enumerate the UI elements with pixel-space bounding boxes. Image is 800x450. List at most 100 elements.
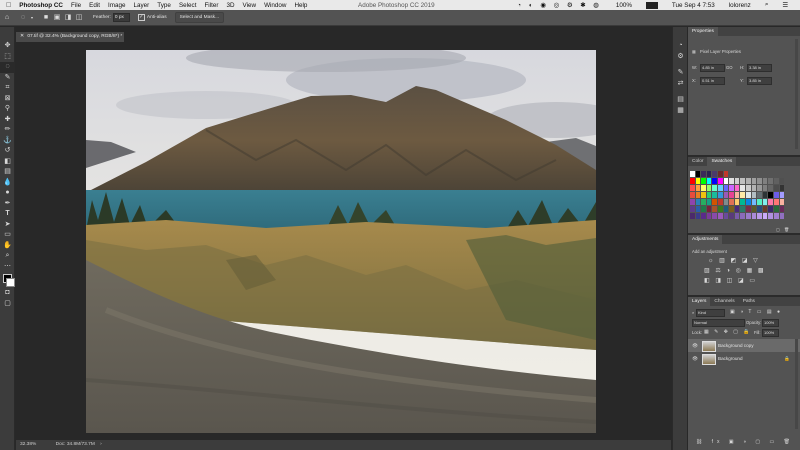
layers-scrollbar[interactable] bbox=[795, 339, 798, 429]
swatch[interactable] bbox=[779, 213, 785, 219]
layer-row-background-copy[interactable]: 👁 Background copy bbox=[688, 339, 800, 352]
swatch[interactable] bbox=[690, 185, 695, 191]
swatch[interactable] bbox=[712, 192, 717, 198]
swatch[interactable] bbox=[774, 178, 779, 184]
swatch[interactable] bbox=[746, 185, 751, 191]
swatch[interactable] bbox=[757, 206, 762, 212]
layer-name[interactable]: Background bbox=[718, 352, 743, 365]
tab-properties[interactable]: Properties bbox=[688, 27, 718, 36]
brush-tool-icon[interactable]: ✏ bbox=[0, 125, 15, 136]
type-tool-icon[interactable]: T bbox=[0, 209, 15, 220]
clock[interactable]: Tue Sep 4 7:53 bbox=[672, 2, 715, 9]
swatch[interactable] bbox=[746, 206, 751, 212]
swatch[interactable] bbox=[718, 199, 723, 205]
swatch[interactable] bbox=[746, 192, 751, 198]
go-label[interactable]: GO bbox=[726, 65, 733, 70]
eyedropper-tool-icon[interactable]: ⚲ bbox=[0, 104, 15, 115]
swatch[interactable] bbox=[695, 199, 701, 205]
swatch[interactable] bbox=[712, 178, 717, 184]
swatch[interactable] bbox=[746, 178, 751, 184]
swatch[interactable] bbox=[734, 213, 740, 219]
quick-select-tool-icon[interactable]: ✎ bbox=[0, 73, 15, 84]
swatch[interactable] bbox=[740, 213, 745, 219]
swatch[interactable] bbox=[690, 171, 695, 177]
home-icon[interactable]: ⌂ bbox=[3, 14, 11, 22]
properties-scrollbar[interactable] bbox=[795, 39, 798, 149]
swatch[interactable] bbox=[723, 185, 729, 191]
select-and-mask-button[interactable]: Select and Mask... bbox=[174, 12, 225, 23]
swatch[interactable] bbox=[690, 178, 695, 184]
tab-swatches[interactable]: Swatches bbox=[707, 157, 737, 166]
x-input[interactable]: 0.51 in bbox=[700, 77, 725, 85]
swatch[interactable] bbox=[718, 192, 723, 198]
swatch[interactable] bbox=[718, 178, 723, 184]
swatch[interactable] bbox=[718, 206, 723, 212]
swatch[interactable] bbox=[695, 185, 701, 191]
swatch[interactable] bbox=[695, 206, 701, 212]
move-tool-icon[interactable]: ✥ bbox=[0, 41, 15, 52]
add-selection-icon[interactable]: ▣ bbox=[53, 14, 61, 22]
antialias-checkbox[interactable]: ✓ bbox=[137, 14, 145, 21]
more-tools-icon[interactable]: ⋯ bbox=[0, 262, 15, 273]
swatch[interactable] bbox=[768, 192, 773, 198]
swatch[interactable] bbox=[751, 185, 757, 191]
swatch[interactable] bbox=[779, 185, 785, 191]
swatch[interactable] bbox=[768, 199, 773, 205]
menu-window[interactable]: Window bbox=[264, 2, 286, 9]
search-icon[interactable]: ⌕ bbox=[765, 1, 769, 9]
history-brush-tool-icon[interactable]: ↺ bbox=[0, 146, 15, 157]
swatch[interactable] bbox=[751, 178, 757, 184]
swatch[interactable] bbox=[734, 185, 740, 191]
character-panel-icon[interactable]: ▤ bbox=[673, 95, 688, 106]
swatch[interactable] bbox=[723, 199, 729, 205]
y-input[interactable]: 3.85 in bbox=[747, 77, 772, 85]
swatch[interactable] bbox=[740, 178, 745, 184]
swatch[interactable] bbox=[774, 213, 779, 219]
document-tab[interactable]: ✕ 07.tif @ 32.4% (Background copy, RGB/8… bbox=[16, 32, 124, 42]
swatch[interactable] bbox=[762, 206, 768, 212]
swatch[interactable] bbox=[734, 199, 740, 205]
shape-tool-icon[interactable]: ▭ bbox=[0, 230, 15, 241]
hand-tool-icon[interactable]: ✋ bbox=[0, 241, 15, 252]
swatch[interactable] bbox=[774, 192, 779, 198]
swatch[interactable] bbox=[729, 185, 734, 191]
swatch[interactable] bbox=[779, 178, 785, 184]
swatch[interactable] bbox=[757, 199, 762, 205]
swatch[interactable] bbox=[762, 192, 768, 198]
swatch[interactable] bbox=[695, 192, 701, 198]
menu-file[interactable]: File bbox=[71, 2, 81, 9]
lasso-tool-icon[interactable]: ◌ bbox=[0, 62, 15, 73]
fill-input[interactable]: 100% bbox=[762, 329, 779, 337]
swatch[interactable] bbox=[712, 213, 717, 219]
gradient-tool-icon[interactable]: ▤ bbox=[0, 167, 15, 178]
swatch[interactable] bbox=[695, 213, 701, 219]
swatch[interactable] bbox=[706, 192, 712, 198]
swatch[interactable] bbox=[723, 178, 729, 184]
swatch[interactable] bbox=[762, 199, 768, 205]
swatch[interactable] bbox=[701, 213, 706, 219]
swatch[interactable] bbox=[740, 199, 745, 205]
swatch[interactable] bbox=[701, 178, 706, 184]
swatch[interactable] bbox=[751, 213, 757, 219]
menu-type[interactable]: Type bbox=[157, 2, 171, 9]
new-selection-icon[interactable]: ■ bbox=[42, 14, 50, 22]
swatch[interactable] bbox=[729, 178, 734, 184]
swatch[interactable] bbox=[723, 213, 729, 219]
user-name[interactable]: lolorenz bbox=[729, 2, 751, 9]
swatch[interactable] bbox=[706, 206, 712, 212]
swatch[interactable] bbox=[757, 213, 762, 219]
swatch[interactable] bbox=[701, 171, 706, 177]
dodge-tool-icon[interactable]: ● bbox=[0, 188, 15, 199]
swatch[interactable] bbox=[706, 213, 712, 219]
tab-paths[interactable]: Paths bbox=[739, 297, 759, 306]
swatch[interactable] bbox=[690, 206, 695, 212]
crop-tool-icon[interactable]: ⌗ bbox=[0, 83, 15, 94]
tab-channels[interactable]: Channels bbox=[710, 297, 738, 306]
menu-layer[interactable]: Layer bbox=[134, 2, 150, 9]
swatch[interactable] bbox=[729, 213, 734, 219]
swatch[interactable] bbox=[729, 199, 734, 205]
w-input[interactable]: 4.85 in bbox=[700, 64, 725, 72]
swatch[interactable] bbox=[723, 192, 729, 198]
swatch[interactable] bbox=[762, 213, 768, 219]
path-select-tool-icon[interactable]: ➤ bbox=[0, 220, 15, 231]
